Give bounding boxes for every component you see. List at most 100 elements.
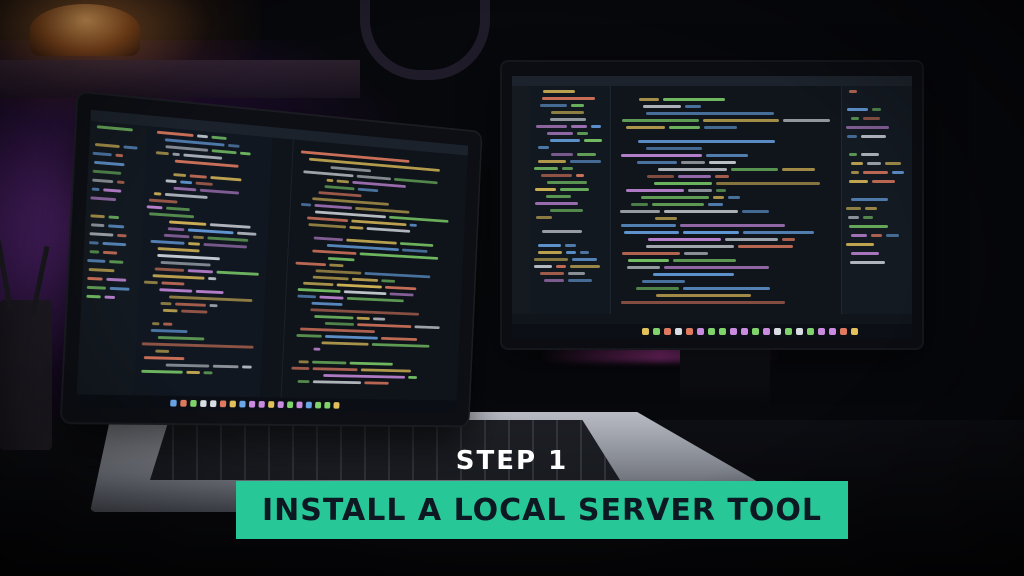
code-line-segment — [165, 179, 177, 184]
code-line-segment — [298, 360, 309, 364]
code-line-segment — [738, 245, 793, 248]
code-line-segment — [543, 90, 575, 93]
taskbar-app-icon — [807, 328, 814, 335]
code-line-segment — [782, 168, 815, 171]
code-line-segment — [212, 364, 239, 369]
code-line-segment — [94, 143, 120, 149]
code-line-segment — [848, 216, 859, 219]
code-line-segment — [885, 162, 901, 165]
code-line-segment — [534, 167, 558, 170]
code-line-segment — [297, 288, 341, 293]
code-line-segment — [565, 244, 576, 247]
code-line-segment — [580, 251, 589, 254]
taskbar-app-icon — [763, 328, 770, 335]
taskbar — [75, 394, 457, 413]
code-line-segment — [381, 336, 418, 341]
code-line-segment — [227, 143, 240, 148]
code-line-segment — [572, 258, 597, 261]
code-line-segment — [312, 249, 357, 255]
code-line-segment — [643, 105, 681, 108]
code-line-segment — [291, 366, 310, 370]
taskbar-app-icon — [752, 328, 759, 335]
code-line-segment — [847, 135, 857, 138]
code-line-segment — [150, 239, 185, 245]
code-line-segment — [146, 205, 163, 210]
code-line-segment — [846, 207, 861, 210]
code-line-segment — [163, 322, 173, 326]
code-line-segment — [847, 108, 868, 111]
code-line-segment — [571, 104, 584, 107]
code-line-segment — [627, 266, 660, 269]
code-line-segment — [315, 269, 362, 275]
code-line-segment — [143, 356, 185, 361]
code-line-segment — [324, 185, 355, 191]
code-line-segment — [576, 174, 584, 177]
taskbar-app-icon — [642, 328, 649, 335]
code-line-segment — [109, 286, 130, 291]
code-line-segment — [863, 216, 873, 219]
code-line-segment — [709, 161, 736, 164]
code-line-segment — [352, 180, 406, 188]
code-line-segment — [861, 135, 886, 138]
code-line-segment — [155, 349, 170, 353]
taskbar-app-icon — [785, 328, 792, 335]
taskbar-app-icon — [708, 328, 715, 335]
code-line-segment — [849, 153, 857, 156]
code-line-segment — [782, 238, 795, 241]
code-line-segment — [851, 171, 859, 174]
code-line-segment — [584, 139, 602, 142]
code-line-segment — [295, 261, 327, 267]
taskbar-app-icon — [286, 401, 294, 409]
taskbar-app-icon — [840, 328, 847, 335]
code-line-segment — [641, 196, 709, 199]
code-line-segment — [568, 272, 585, 275]
code-line-segment — [547, 181, 587, 184]
code-line-segment — [242, 365, 252, 369]
code-line-segment — [372, 317, 386, 321]
code-line-segment — [663, 98, 725, 101]
code-line-segment — [688, 189, 712, 192]
step-label: STEP 1 — [455, 446, 569, 476]
wall-shelf — [0, 60, 360, 98]
code-line-segment — [108, 215, 120, 220]
code-line-segment — [175, 302, 207, 307]
taskbar-app-icon — [324, 401, 331, 409]
code-line-segment — [318, 191, 362, 198]
code-line-segment — [654, 182, 712, 185]
code-line-segment — [621, 301, 785, 304]
code-line-segment — [570, 160, 601, 163]
code-line-segment — [389, 215, 449, 223]
code-line-segment — [300, 202, 312, 207]
code-line-segment — [642, 280, 685, 283]
code-line-segment — [646, 245, 734, 248]
code-line-segment — [240, 151, 251, 156]
laptop-lid — [61, 92, 481, 426]
editor-activity-bar — [512, 86, 530, 314]
code-line-segment — [157, 335, 205, 341]
code-line-segment — [703, 119, 779, 122]
taskbar-app-icon — [190, 399, 197, 407]
taskbar-app-icon — [219, 400, 227, 408]
code-line-segment — [664, 266, 769, 269]
code-line-segment — [210, 176, 242, 182]
code-line-segment — [865, 207, 877, 210]
code-line-segment — [534, 265, 552, 268]
code-line-segment — [626, 126, 665, 129]
code-line-segment — [154, 267, 185, 272]
taskbar-app-icon — [741, 328, 748, 335]
code-line-segment — [360, 368, 411, 373]
taskbar-app-icon — [180, 399, 187, 407]
code-line-segment — [541, 174, 572, 177]
code-line-segment — [152, 274, 205, 280]
code-line-segment — [708, 203, 723, 206]
code-line-segment — [538, 251, 562, 254]
code-line-segment — [364, 381, 389, 385]
code-line-segment — [343, 290, 387, 296]
code-line-segment — [327, 256, 355, 262]
code-line-segment — [673, 259, 736, 262]
code-line-segment — [197, 134, 208, 139]
code-line-segment — [102, 241, 127, 247]
code-line-segment — [685, 105, 701, 108]
code-line-segment — [409, 223, 417, 227]
code-line-segment — [123, 145, 138, 150]
